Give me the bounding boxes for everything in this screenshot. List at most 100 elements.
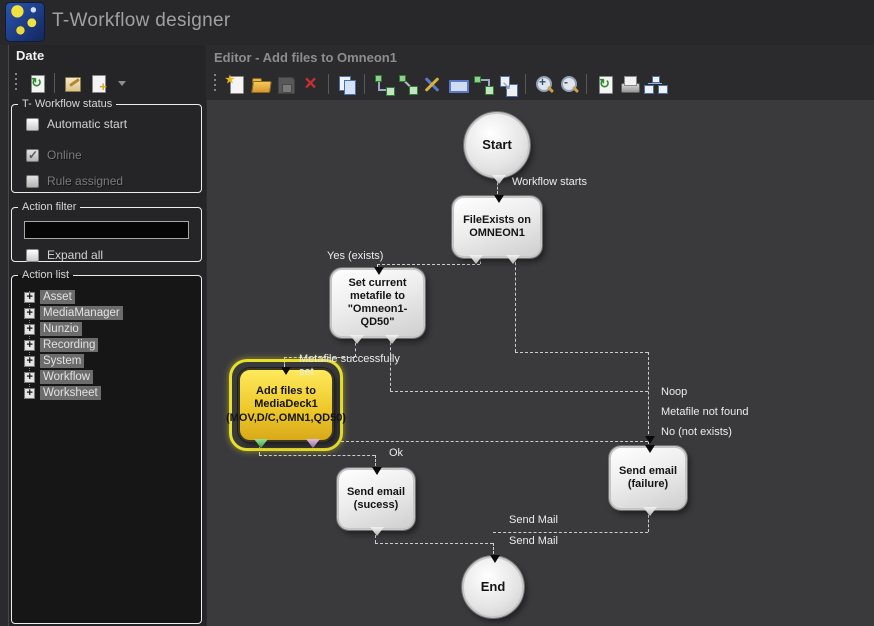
action-filter-group: Action filter Expand all [11,201,202,262]
node-label: Set current metafile to "Omneon1-QD50" [335,277,420,330]
workflow-status-group: T- Workflow status Automatic start Online… [11,98,202,193]
tree-item-label: Workflow [40,370,93,384]
polyline-icon[interactable] [471,73,494,96]
app-logo-icon [6,3,44,41]
properties-icon[interactable] [61,72,84,95]
edge-label: Metafile successfully set [299,353,404,379]
node-set-current-metafile[interactable]: Set current metafile to "Omneon1-QD50" [330,268,425,338]
checkbox-label: Rule assigned [47,174,123,188]
node-send-email-failure[interactable]: Send email (failure) [609,446,687,510]
tree-expander-icon[interactable] [24,324,35,335]
sidebar-toolbar: ↻+ [11,68,202,98]
sidebar: Date ↻+ T- Workflow status Automatic sta… [8,45,206,626]
toolbar-grip[interactable] [14,73,19,93]
reroute-icon[interactable]: ↘ [496,73,519,96]
editor-panel: Editor - Add files to Omneon1 ★ × ↘ +-↻ Wor… [206,45,874,626]
tree-item-asset[interactable]: Asset [16,289,197,305]
checkbox-rule-assigned[interactable]: Rule assigned [26,174,201,188]
tree-item-nunzio[interactable]: Nunzio [16,321,197,337]
edge-label: Send Mail [509,514,558,527]
connector-nub-icon[interactable] [492,175,506,184]
add-item-icon[interactable]: + [86,72,109,95]
layout-icon[interactable] [643,73,666,96]
node-start[interactable]: Start [464,112,530,178]
edge-arrowhead-icon [374,267,384,275]
rectangle-icon[interactable] [446,73,469,96]
sidebar-panel-title: Date [16,48,44,63]
tree-item-workflow[interactable]: Workflow [16,369,197,385]
zoom-in-icon-glyph: + [532,73,555,96]
workflow-status-group-title: T- Workflow status [18,98,116,110]
connector-nub-icon[interactable] [506,255,520,264]
edge-arrowhead-icon [494,195,504,203]
action-filter-input[interactable] [24,221,189,239]
workflow-canvas[interactable]: Workflow startsYes (exists)Metafile succ… [207,100,874,626]
tree-expander-icon[interactable] [24,340,35,351]
save-icon[interactable] [274,73,297,96]
edge-segment [493,543,494,554]
app-title: T-Workflow designer [52,10,231,32]
checkbox-label: Expand all [47,248,103,262]
node-end[interactable]: End [462,556,524,618]
print-icon[interactable] [618,73,641,96]
zoom-in-icon[interactable]: + [532,73,555,96]
edge-label: Send Mail [509,535,558,548]
reroute-icon-glyph: ↘ [496,73,519,96]
toolbar-separator [364,74,365,94]
checkbox-box [26,175,39,188]
tree-item-mediamanager[interactable]: MediaManager [16,305,197,321]
copy-icon[interactable] [335,73,358,96]
tree-item-label: Nunzio [40,322,82,336]
tree-expander-icon[interactable] [24,388,35,399]
edge-segment [515,257,516,352]
preview-icon[interactable]: ↻ [593,73,616,96]
checkbox-label: Online [47,148,82,162]
dropdown-icon[interactable] [111,72,134,95]
edge-label: Noop [661,386,687,399]
editor-title: Editor - Add files to Omneon1 [214,50,397,65]
line-icon[interactable] [396,73,419,96]
node-file-exists-on-omneon1[interactable]: FileExists on OMNEON1 [452,196,542,258]
tree-item-recording[interactable]: Recording [16,337,197,353]
tree-item-label: Asset [40,290,75,304]
node-send-email-sucess[interactable]: Send email (sucess) [337,468,415,530]
new-icon[interactable]: ★ [224,73,247,96]
tree-item-worksheet[interactable]: Worksheet [16,385,197,401]
connector-icon[interactable] [371,73,394,96]
checkbox-box [26,149,39,162]
checkbox-expand-all[interactable]: Expand all [26,248,201,262]
edge-label: No (not exists) [661,426,732,439]
edge-label: Ok [389,447,403,460]
action-list-group: Action list AssetMediaManagerNunzioRecor… [11,269,202,624]
edge-segment [377,264,480,265]
delete-icon-glyph: × [299,73,322,96]
connector-nub-icon[interactable] [643,507,657,516]
node-label: Add files to MediaDeck1 (MOV,D/C,OMN1,QD… [226,385,346,425]
tree-item-label: Worksheet [40,386,101,400]
toolbar-grip[interactable] [213,74,218,94]
tree-item-label: Recording [40,338,98,352]
tree-expander-icon[interactable] [24,308,35,319]
refresh-icon[interactable]: ↻ [25,72,48,95]
delete-icon[interactable]: × [299,73,322,96]
toolbar-separator [328,74,329,94]
edge-label: Workflow starts [512,176,587,189]
connector-nub-icon[interactable] [370,527,384,536]
edge-segment [375,455,376,466]
zoom-out-icon[interactable]: - [557,73,580,96]
tree-expander-icon[interactable] [24,372,35,383]
checkbox-automatic-start[interactable]: Automatic start [26,117,201,131]
cross-icon[interactable] [421,73,444,96]
checkbox-box [26,118,39,131]
open-icon[interactable] [249,73,272,96]
tree-item-system[interactable]: System [16,353,197,369]
connector-nub-icon[interactable] [385,335,399,344]
tree-expander-icon[interactable] [24,292,35,303]
tree-expander-icon[interactable] [24,356,35,367]
edge-arrowhead-icon [645,436,655,444]
checkbox-online[interactable]: Online [26,148,201,162]
edge-segment [341,441,648,442]
edge-segment [259,455,375,456]
connector-nub-icon[interactable] [350,335,364,344]
toolbar-separator [586,74,587,94]
